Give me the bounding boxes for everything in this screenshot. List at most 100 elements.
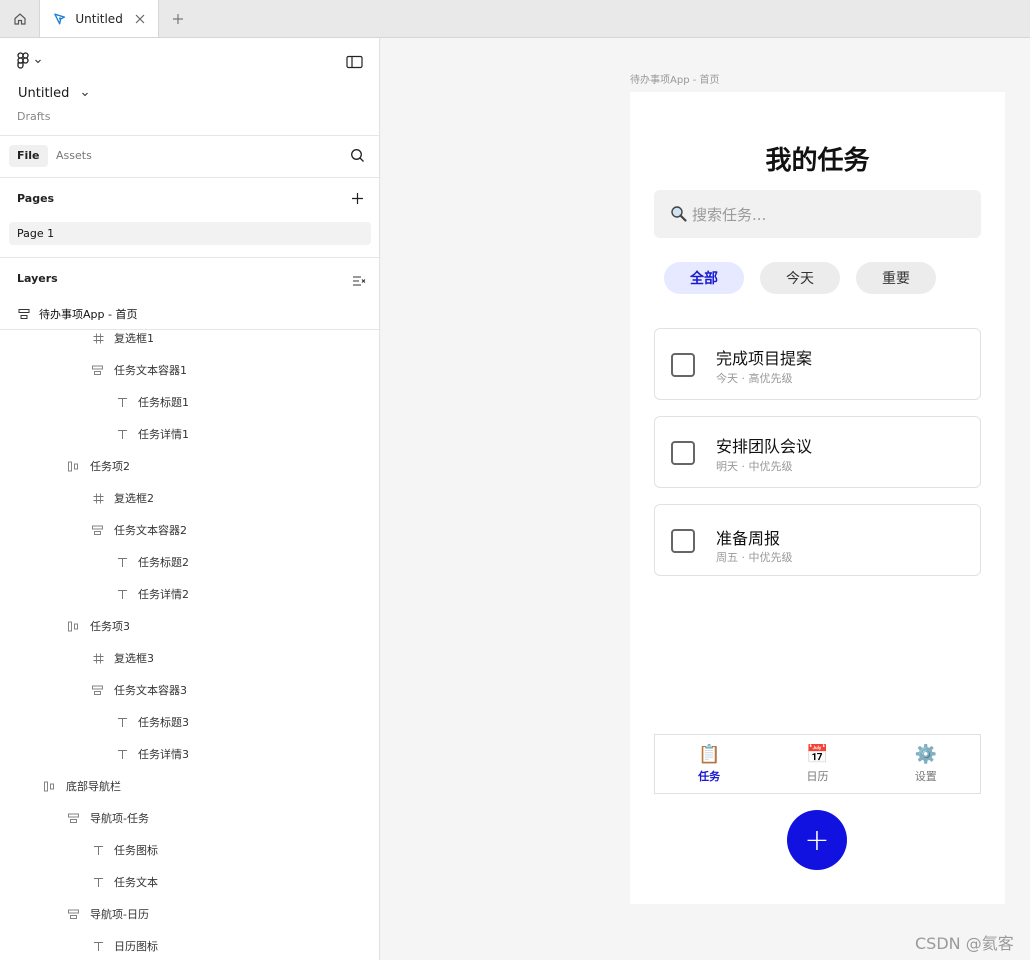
- task-title: 准备周报: [716, 529, 781, 548]
- app-frame[interactable]: 我的任务 搜索任务... 全部 今天 重要 完成项目提案 今天 · 高优先级 安…: [630, 92, 1005, 904]
- nav-label: 设置: [914, 770, 937, 783]
- layer-row[interactable]: 复选框1: [0, 322, 379, 354]
- plus-icon: [173, 13, 183, 24]
- text-icon: [115, 747, 129, 761]
- autolayout-vertical-icon: [18, 309, 30, 319]
- layer-name: 任务详情3: [138, 748, 189, 761]
- layer-row[interactable]: 导航项-任务: [0, 802, 379, 834]
- layer-row[interactable]: 任务标题2: [0, 546, 379, 578]
- home-icon: [13, 12, 26, 25]
- nav-item-calendar[interactable]: 📅 日历: [782, 744, 852, 784]
- pages-section: Pages Page 1: [0, 178, 379, 258]
- layer-row[interactable]: 任务文本容器2: [0, 514, 379, 546]
- file-header: Untitled Drafts: [0, 38, 379, 136]
- layer-name: 任务文本容器2: [114, 524, 187, 537]
- task-item[interactable]: 完成项目提案 今天 · 高优先级: [654, 328, 981, 400]
- layer-row[interactable]: 任务详情2: [0, 578, 379, 610]
- frame-label[interactable]: 待办事项App - 首页: [630, 71, 720, 86]
- search-placeholder: 搜索任务...: [692, 205, 767, 224]
- file-location: Drafts: [17, 110, 51, 123]
- canvas[interactable]: 待办事项App - 首页 我的任务 搜索任务... 全部 今天 重要 完成项目提…: [381, 38, 1030, 960]
- task-checkbox[interactable]: [671, 529, 695, 553]
- text-icon: [115, 555, 129, 569]
- layer-name: 日历图标: [114, 940, 158, 953]
- layer-row[interactable]: 底部导航栏: [0, 770, 379, 802]
- layer-name: 任务图标: [114, 844, 158, 857]
- layer-name: 任务标题2: [138, 556, 189, 569]
- file-tab[interactable]: Untitled: [40, 0, 159, 37]
- layer-row[interactable]: 任务详情1: [0, 418, 379, 450]
- calendar-icon: 📅: [806, 744, 829, 765]
- layer-row[interactable]: 导航项-日历: [0, 898, 379, 930]
- layer-row[interactable]: 任务文本: [0, 866, 379, 898]
- layer-row[interactable]: 复选框3: [0, 642, 379, 674]
- layer-row[interactable]: 复选框2: [0, 482, 379, 514]
- chevron-down-icon: [82, 92, 89, 96]
- autolayout-vertical-icon: [91, 363, 105, 377]
- layer-name: 任务标题3: [138, 716, 189, 729]
- layer-row[interactable]: 日历图标: [0, 930, 379, 960]
- task-item[interactable]: 安排团队会议 明天 · 中优先级: [654, 416, 981, 488]
- filter-chip-important[interactable]: 重要: [856, 262, 936, 294]
- add-page-button[interactable]: [351, 190, 364, 209]
- tab-assets[interactable]: Assets: [56, 145, 92, 167]
- nav-label: 任务: [698, 770, 721, 783]
- nav-label: 日历: [806, 770, 829, 783]
- task-checkbox[interactable]: [671, 441, 695, 465]
- task-title: 完成项目提案: [716, 349, 813, 368]
- layer-row[interactable]: 任务项2: [0, 450, 379, 482]
- layer-name: 导航项-任务: [90, 812, 149, 825]
- layer-row[interactable]: 任务详情3: [0, 738, 379, 770]
- search-icon: [351, 149, 364, 162]
- frame-icon: [91, 491, 105, 505]
- autolayout-horizontal-icon: [67, 459, 81, 473]
- autolayout-vertical-icon: [91, 683, 105, 697]
- filter-chip-today[interactable]: 今天: [760, 262, 840, 294]
- layer-root-frame[interactable]: 待办事项App - 首页: [18, 306, 137, 322]
- task-title: 安排团队会议: [716, 437, 813, 456]
- text-icon: [91, 843, 105, 857]
- filter-chip-all[interactable]: 全部: [664, 262, 744, 294]
- chevron-down-icon: [35, 59, 41, 64]
- toggle-sidebar-button[interactable]: [346, 54, 363, 73]
- close-tab-button[interactable]: [131, 9, 150, 29]
- tab-file[interactable]: File: [9, 145, 48, 167]
- collapse-layers-icon: [353, 276, 366, 286]
- gear-icon: ⚙️: [914, 744, 938, 765]
- collapse-layers-button[interactable]: [352, 272, 366, 291]
- autolayout-vertical-icon: [91, 523, 105, 537]
- layer-row[interactable]: 任务文本容器3: [0, 674, 379, 706]
- new-tab-button[interactable]: [159, 0, 197, 37]
- home-tab[interactable]: [0, 0, 40, 37]
- layer-name: 复选框2: [114, 492, 154, 505]
- main-menu-button[interactable]: [16, 52, 42, 70]
- text-icon: [115, 587, 129, 601]
- panel-tabs: File Assets: [0, 136, 379, 178]
- task-checkbox[interactable]: [671, 353, 695, 377]
- nav-item-tasks[interactable]: 📋 任务: [674, 744, 744, 784]
- search-input[interactable]: 搜索任务...: [654, 190, 981, 238]
- left-panel: Untitled Drafts File Assets Pages Page 1…: [0, 38, 380, 960]
- page-item[interactable]: Page 1: [9, 222, 371, 245]
- layers-header: Layers 待办事项App - 首页: [0, 258, 379, 330]
- layer-name: 底部导航栏: [66, 780, 121, 793]
- add-task-button[interactable]: +: [787, 810, 847, 870]
- text-icon: [115, 395, 129, 409]
- file-name-dropdown[interactable]: Untitled: [18, 86, 89, 101]
- csdn-watermark: CSDN @氦客: [915, 934, 1014, 953]
- layer-row[interactable]: 任务图标: [0, 834, 379, 866]
- plus-icon: [352, 193, 363, 204]
- task-item[interactable]: 准备周报 周五 · 中优先级: [654, 504, 981, 576]
- layer-row[interactable]: 任务文本容器1: [0, 354, 379, 386]
- frame-icon: [91, 331, 105, 345]
- layer-row[interactable]: 任务项3: [0, 610, 379, 642]
- layer-name: 任务详情1: [138, 428, 189, 441]
- nav-item-settings[interactable]: ⚙️ 设置: [891, 744, 961, 784]
- layer-row[interactable]: 任务标题1: [0, 386, 379, 418]
- layer-search-button[interactable]: [350, 148, 365, 167]
- layer-name: 任务文本: [114, 876, 158, 889]
- tab-bar: Untitled: [0, 0, 1030, 38]
- close-icon: [135, 14, 145, 23]
- layer-row[interactable]: 任务标题3: [0, 706, 379, 738]
- layer-root-name: 待办事项App - 首页: [39, 308, 138, 321]
